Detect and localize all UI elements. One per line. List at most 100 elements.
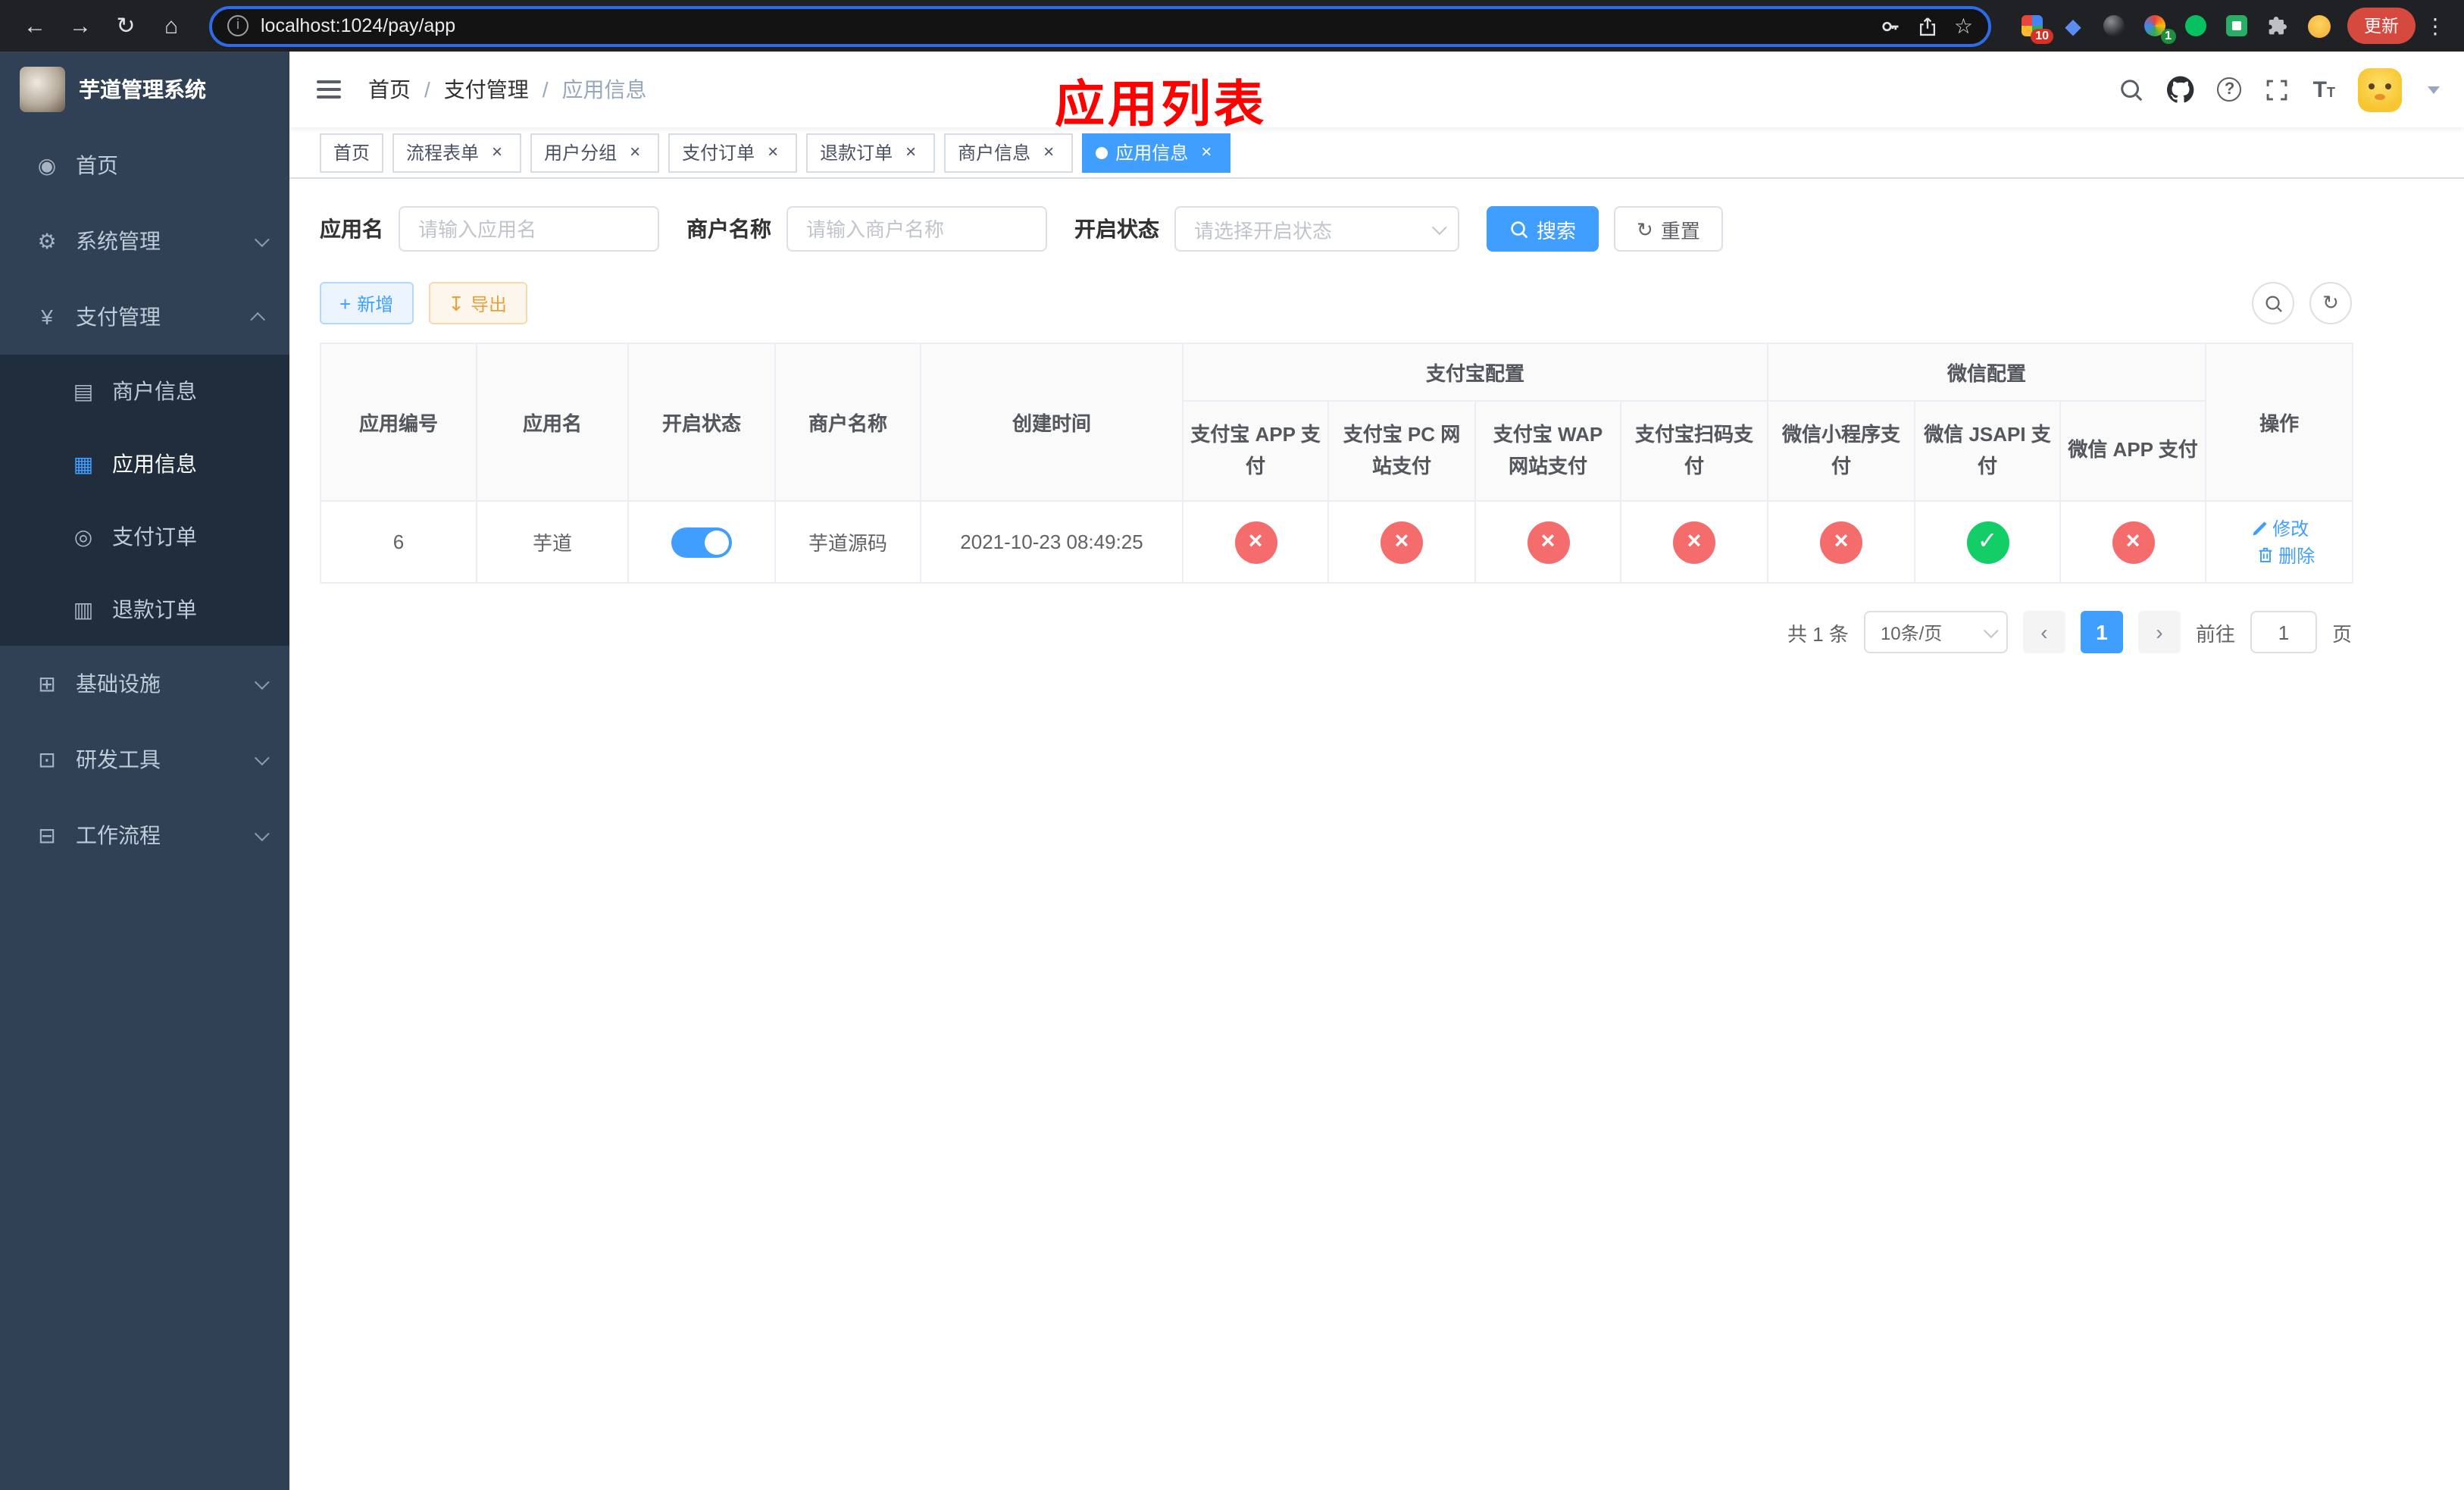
sidebar-item-merchant-info[interactable]: ▤ 商户信息 — [0, 355, 289, 427]
extension-wechat-icon[interactable] — [2182, 12, 2209, 39]
browser-refresh-icon[interactable]: ↻ — [106, 6, 145, 45]
search-button[interactable]: 搜索 — [1487, 206, 1599, 252]
avatar-caret-icon[interactable] — [2428, 86, 2440, 93]
page-annotation: 应用列表 — [1055, 76, 1267, 132]
breadcrumb-separator: / — [542, 77, 549, 102]
bookmark-star-icon[interactable]: ☆ — [1954, 13, 1973, 39]
extension-sphere-icon[interactable] — [2100, 12, 2128, 39]
status-select-placeholder: 请选择开启状态 — [1194, 219, 1333, 242]
sidebar-item-workflow[interactable]: ⊟ 工作流程 — [0, 797, 289, 873]
sidebar-item-label: 工作流程 — [76, 823, 161, 847]
add-button[interactable]: + 新增 — [320, 282, 414, 324]
plus-icon: + — [339, 292, 352, 315]
help-icon[interactable]: ? — [2217, 77, 2242, 102]
url-text[interactable]: localhost:1024/pay/app — [261, 15, 1868, 36]
cross-circle-icon: × — [1381, 521, 1423, 563]
page-content: 应用名 商户名称 开启状态 请选择开启状态 搜索 ↻ 重置 — [289, 179, 2464, 1490]
sidebar-toggle-icon[interactable] — [314, 74, 344, 105]
breadcrumb: 首页 / 支付管理 / 应用信息 — [368, 74, 647, 105]
status-toggle[interactable] — [671, 527, 732, 557]
tab-close-icon[interactable]: × — [1196, 142, 1217, 163]
delete-link[interactable]: 删除 — [2256, 542, 2315, 568]
download-icon: ↧ — [448, 292, 465, 315]
next-page-button[interactable]: › — [2137, 611, 2181, 653]
tab-close-icon[interactable]: × — [486, 142, 508, 163]
browser-update-button[interactable]: 更新 — [2347, 8, 2416, 44]
toggle-search-button[interactable] — [2252, 282, 2294, 324]
breadcrumb-item[interactable]: 首页 — [368, 74, 411, 105]
tab-close-icon[interactable]: × — [624, 142, 646, 163]
cross-circle-icon: × — [1234, 521, 1277, 563]
refresh-table-button[interactable]: ↻ — [2309, 282, 2352, 324]
browser-home-icon[interactable]: ⌂ — [152, 6, 191, 45]
sidebar-item-label: 基础设施 — [76, 671, 161, 696]
share-icon[interactable] — [1918, 14, 1939, 37]
tab-close-icon[interactable]: × — [762, 142, 783, 163]
tab-flow-form[interactable]: 流程表单 × — [392, 133, 522, 172]
sidebar-item-infra[interactable]: ⊞ 基础设施 — [0, 646, 289, 722]
extension-gem-icon[interactable]: ◆ — [2059, 12, 2087, 39]
sidebar-item-refund-order[interactable]: ▥ 退款订单 — [0, 573, 289, 646]
export-button[interactable]: ↧ 导出 — [428, 282, 527, 324]
sidebar: 芋道管理系统 ◉ 首页 ⚙ 系统管理 ¥ 支付管理 ▤ 商户信息 ▦ 应用信息 ◎ 支付订单 ▥ 退款订单… — [0, 52, 289, 1490]
sidebar-item-app-info[interactable]: ▦ 应用信息 — [0, 427, 289, 500]
tab-close-icon[interactable]: × — [1038, 142, 1059, 163]
app-grid-icon: ▦ — [73, 451, 94, 475]
app-name-input[interactable] — [399, 206, 659, 252]
page-size-select[interactable]: 10条/页 — [1863, 611, 2008, 653]
column-header-app-name: 应用名 — [476, 343, 629, 502]
chevron-down-icon — [254, 674, 270, 690]
sidebar-item-payment[interactable]: ¥ 支付管理 — [0, 279, 289, 355]
table-row: 6 芋道 芋道源码 2021-10-23 08:49:25 × × × × × ✓ × 修改 — [320, 500, 2354, 584]
browser-forward-icon[interactable]: → — [61, 6, 100, 45]
tags-view-bar: 首页 流程表单 × 用户分组 × 支付订单 × 退款订单 × 商户信息 × 应用信息 × — [289, 127, 2464, 179]
sidebar-item-devtools[interactable]: ⊡ 研发工具 — [0, 722, 289, 797]
user-avatar[interactable] — [2358, 67, 2402, 111]
font-size-icon[interactable]: TT — [2313, 78, 2335, 101]
tools-icon: ⊡ — [38, 747, 56, 771]
extensions-puzzle-icon[interactable] — [2264, 12, 2291, 39]
extension-chat-icon[interactable] — [2223, 12, 2250, 39]
password-key-icon[interactable] — [1880, 14, 1903, 37]
pagination: 共 1 条 10条/页 ‹ 1 › 前往 页 — [320, 611, 2352, 653]
github-icon[interactable] — [2167, 76, 2195, 103]
cell-merchant: 芋道源码 — [774, 500, 921, 584]
sidebar-item-pay-order[interactable]: ◎ 支付订单 — [0, 500, 289, 573]
address-bar[interactable]: i localhost:1024/pay/app ☆ — [209, 5, 1991, 46]
browser-back-icon[interactable]: ← — [15, 6, 55, 45]
goto-page-input[interactable] — [2250, 611, 2317, 653]
tab-home[interactable]: 首页 — [320, 133, 384, 172]
fullscreen-icon[interactable] — [2265, 77, 2290, 102]
sidebar-item-home[interactable]: ◉ 首页 — [0, 127, 289, 203]
reset-button[interactable]: ↻ 重置 — [1614, 206, 1723, 252]
tab-close-icon[interactable]: × — [900, 142, 921, 163]
tab-user-group[interactable]: 用户分组 × — [530, 133, 660, 172]
merchant-name-input[interactable] — [786, 206, 1047, 252]
page-number-button[interactable]: 1 — [2080, 611, 2123, 653]
cell-pay-status-1: × — [1327, 500, 1476, 584]
extension-grid-icon[interactable]: 10 — [2018, 12, 2053, 44]
profile-avatar-icon[interactable] — [2305, 12, 2332, 39]
column-header-app-id: 应用编号 — [320, 343, 477, 502]
column-group-wechat: 微信配置 — [1767, 343, 2207, 402]
tab-app-info[interactable]: 应用信息 × — [1082, 133, 1231, 172]
sidebar-item-label: 商户信息 — [112, 379, 197, 403]
extension-badge: 10 — [2031, 29, 2053, 44]
breadcrumb-item[interactable]: 支付管理 — [444, 74, 529, 105]
browser-menu-icon[interactable]: ⋮ — [2422, 13, 2449, 39]
tab-pay-order[interactable]: 支付订单 × — [668, 133, 798, 172]
tab-merchant-info[interactable]: 商户信息 × — [944, 133, 1074, 172]
site-info-icon[interactable]: i — [227, 15, 249, 36]
screen: ← → ↻ ⌂ i localhost:1024/pay/app ☆ 10 ◆ … — [0, 0, 2464, 1490]
tab-refund-order[interactable]: 退款订单 × — [806, 133, 936, 172]
pagination-total: 共 1 条 — [1787, 622, 1849, 645]
extension-color-wheel-icon[interactable]: 1 — [2141, 12, 2176, 44]
status-select[interactable]: 请选择开启状态 — [1174, 206, 1459, 252]
prev-page-button[interactable]: ‹ — [2022, 611, 2065, 653]
column-header-merchant: 商户名称 — [774, 343, 921, 502]
sidebar-item-system[interactable]: ⚙ 系统管理 — [0, 203, 289, 279]
app-logo-row[interactable]: 芋道管理系统 — [0, 52, 289, 127]
cell-pay-status-3: × — [1619, 500, 1769, 584]
edit-link[interactable]: 修改 — [2250, 515, 2309, 541]
search-icon[interactable] — [2119, 77, 2145, 102]
